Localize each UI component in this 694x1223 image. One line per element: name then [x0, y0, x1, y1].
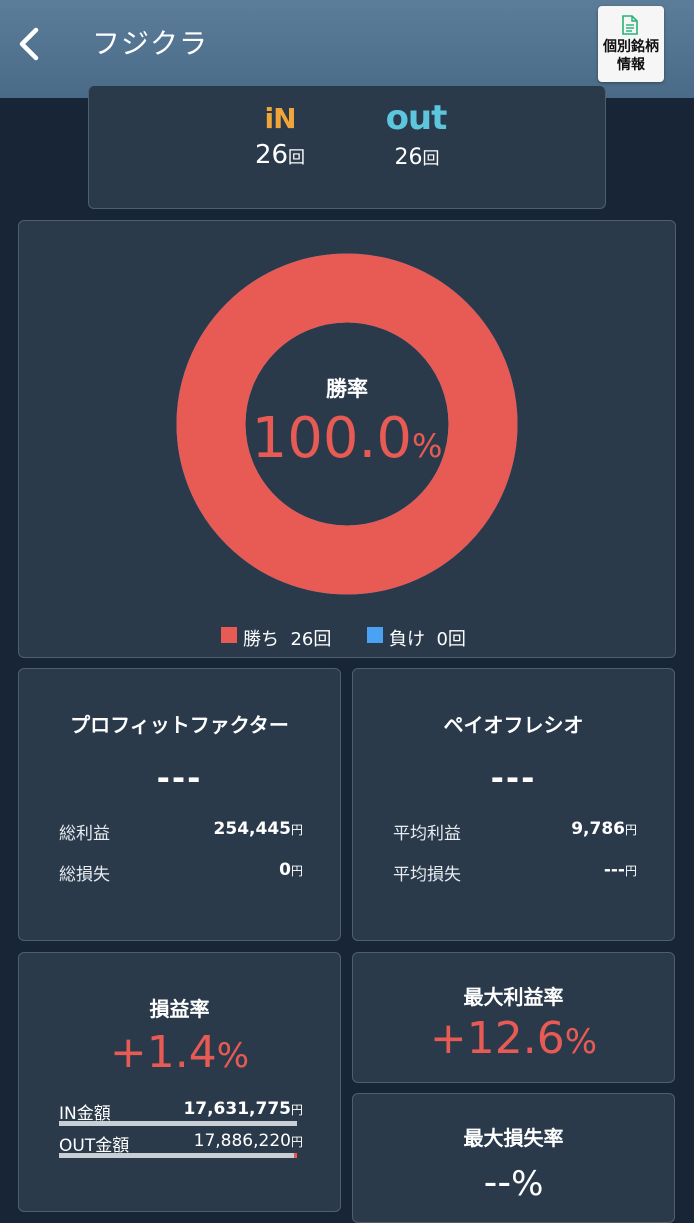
payoff-ratio-title: ペイオフレシオ	[443, 713, 584, 737]
payoff-ratio-card: ペイオフレシオ --- 平均利益 9,786円 平均損失 ---円	[352, 668, 675, 941]
max-loss-value: --%	[483, 1160, 544, 1204]
avg-profit-label: 平均利益	[393, 824, 461, 844]
total-profit-value: 254,445円	[213, 819, 303, 839]
in-logo: iN	[264, 102, 296, 135]
profit-factor-title: プロフィットファクター	[70, 713, 289, 737]
back-button[interactable]	[10, 24, 50, 64]
chevron-left-icon	[19, 27, 39, 61]
profit-factor-card: プロフィットファクター --- 総利益 254,445円 総損失 0円	[18, 668, 341, 941]
max-loss-title: 最大損失率	[463, 1126, 564, 1150]
info-button-label-2: 情報	[617, 57, 645, 73]
max-profit-value: +12.6%	[429, 1013, 598, 1064]
legend-win-label: 勝ち 26回	[243, 629, 332, 650]
legend-win-swatch	[221, 627, 237, 643]
out-logo: out	[385, 98, 448, 138]
max-profit-title: 最大利益率	[463, 985, 564, 1009]
legend-loss-label: 負け 0回	[389, 629, 466, 650]
win-rate-label: 勝率	[326, 377, 368, 401]
profit-factor-value: ---	[156, 759, 203, 797]
out-amount-bar-gain	[294, 1153, 297, 1158]
win-rate-value: 100.0%	[251, 406, 443, 471]
out-count: 26回	[394, 145, 440, 170]
total-profit-label: 総利益	[59, 824, 110, 844]
max-loss-card: 最大損失率 --%	[352, 1093, 675, 1223]
in-amount-value: 17,631,775円	[183, 1099, 303, 1119]
app-header: フジクラ 個別銘柄 情報	[0, 0, 694, 98]
pl-rate-value: +1.4%	[109, 1027, 250, 1078]
stock-info-button[interactable]: 個別銘柄 情報	[598, 6, 664, 82]
out-amount-value: 17,886,220円	[193, 1131, 303, 1151]
max-profit-card: 最大利益率 +12.6%	[352, 952, 675, 1083]
in-amount-bar	[59, 1121, 297, 1126]
pl-rate-title: 損益率	[149, 997, 210, 1021]
legend-loss-swatch	[367, 627, 383, 643]
document-icon	[622, 15, 638, 35]
in-count: 26回	[254, 140, 306, 170]
avg-loss-label: 平均損失	[393, 865, 461, 885]
avg-profit-value: 9,786円	[571, 819, 637, 839]
win-rate-card: 勝率 100.0% 勝ち 26回 負け 0回	[18, 220, 676, 658]
total-loss-label: 総損失	[59, 865, 110, 885]
pl-rate-card: 損益率 +1.4% IN金額 17,631,775円 OUT金額 17,886,…	[18, 952, 341, 1212]
info-button-label-1: 個別銘柄	[603, 39, 659, 55]
avg-loss-value: ---円	[603, 860, 637, 880]
payoff-ratio-value: ---	[490, 759, 537, 797]
out-amount-bar	[59, 1153, 297, 1158]
trade-count-card: iN 26回 out 26回	[88, 86, 606, 209]
total-loss-value: 0円	[279, 860, 303, 880]
page-title: フジクラ	[92, 27, 209, 60]
